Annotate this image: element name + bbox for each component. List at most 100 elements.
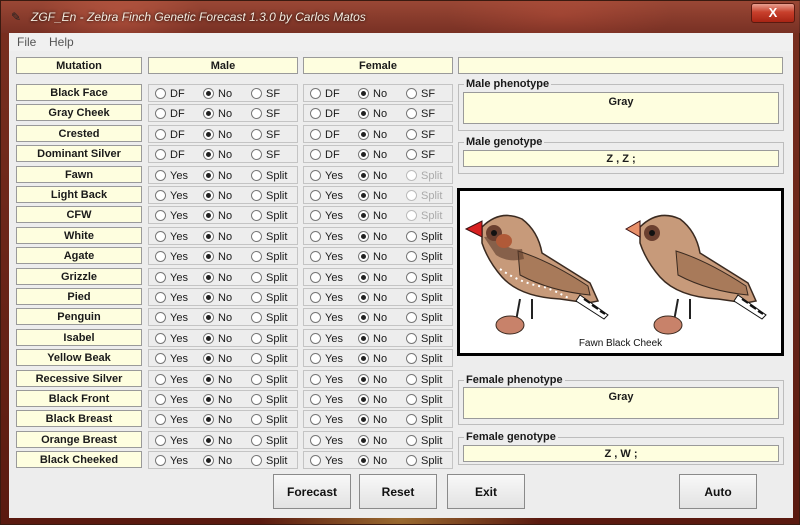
- menu-file[interactable]: File: [17, 35, 36, 49]
- male-orange-breast-option-split[interactable]: Split: [251, 434, 287, 447]
- female-isabel-option-yes[interactable]: Yes: [310, 332, 343, 345]
- male-grizzle-option-yes[interactable]: Yes: [155, 271, 188, 284]
- female-recessive-silver-option-split[interactable]: Split: [406, 373, 442, 386]
- female-penguin-option-yes[interactable]: Yes: [310, 311, 343, 324]
- male-black-face-option-sf[interactable]: SF: [251, 87, 280, 100]
- female-agate-option-split[interactable]: Split: [406, 250, 442, 263]
- female-black-cheeked-option-split[interactable]: Split: [406, 454, 442, 467]
- male-penguin-option-split[interactable]: Split: [251, 311, 287, 324]
- male-black-front-option-no[interactable]: No: [203, 393, 232, 406]
- male-dominant-silver-option-no[interactable]: No: [203, 148, 232, 161]
- female-black-cheeked-option-no[interactable]: No: [358, 454, 387, 467]
- female-black-face-option-no[interactable]: No: [358, 87, 387, 100]
- male-cfw-option-split[interactable]: Split: [251, 209, 287, 222]
- male-isabel-option-yes[interactable]: Yes: [155, 332, 188, 345]
- female-crested-option-df[interactable]: DF: [310, 128, 340, 141]
- male-grizzle-option-no[interactable]: No: [203, 271, 232, 284]
- female-pied-option-no[interactable]: No: [358, 291, 387, 304]
- female-fawn-option-no[interactable]: No: [358, 169, 387, 182]
- female-cfw-option-no[interactable]: No: [358, 209, 387, 222]
- forecast-button[interactable]: Forecast: [273, 474, 351, 509]
- female-pied-option-split[interactable]: Split: [406, 291, 442, 304]
- male-fawn-option-split[interactable]: Split: [251, 169, 287, 182]
- female-orange-breast-option-split[interactable]: Split: [406, 434, 442, 447]
- female-pied-option-yes[interactable]: Yes: [310, 291, 343, 304]
- male-isabel-option-no[interactable]: No: [203, 332, 232, 345]
- female-cfw-option-yes[interactable]: Yes: [310, 209, 343, 222]
- male-yellow-beak-option-split[interactable]: Split: [251, 352, 287, 365]
- female-white-option-split[interactable]: Split: [406, 230, 442, 243]
- female-isabel-option-no[interactable]: No: [358, 332, 387, 345]
- close-button[interactable]: X: [751, 3, 795, 23]
- female-gray-cheek-option-df[interactable]: DF: [310, 107, 340, 120]
- female-orange-breast-option-yes[interactable]: Yes: [310, 434, 343, 447]
- male-fawn-option-yes[interactable]: Yes: [155, 169, 188, 182]
- menu-help[interactable]: Help: [49, 35, 74, 49]
- female-black-breast-option-split[interactable]: Split: [406, 413, 442, 426]
- male-isabel-option-split[interactable]: Split: [251, 332, 287, 345]
- male-penguin-option-yes[interactable]: Yes: [155, 311, 188, 324]
- female-light-back-option-no[interactable]: No: [358, 189, 387, 202]
- male-crested-option-no[interactable]: No: [203, 128, 232, 141]
- male-white-option-split[interactable]: Split: [251, 230, 287, 243]
- female-dominant-silver-option-sf[interactable]: SF: [406, 148, 435, 161]
- reset-button[interactable]: Reset: [359, 474, 437, 509]
- male-black-breast-option-no[interactable]: No: [203, 413, 232, 426]
- female-black-breast-option-yes[interactable]: Yes: [310, 413, 343, 426]
- male-black-face-option-df[interactable]: DF: [155, 87, 185, 100]
- male-gray-cheek-option-no[interactable]: No: [203, 107, 232, 120]
- female-grizzle-option-yes[interactable]: Yes: [310, 271, 343, 284]
- female-yellow-beak-option-no[interactable]: No: [358, 352, 387, 365]
- female-grizzle-option-split[interactable]: Split: [406, 271, 442, 284]
- male-pied-option-split[interactable]: Split: [251, 291, 287, 304]
- male-cfw-option-yes[interactable]: Yes: [155, 209, 188, 222]
- male-light-back-option-yes[interactable]: Yes: [155, 189, 188, 202]
- female-yellow-beak-option-yes[interactable]: Yes: [310, 352, 343, 365]
- female-gray-cheek-option-no[interactable]: No: [358, 107, 387, 120]
- male-black-cheeked-option-no[interactable]: No: [203, 454, 232, 467]
- male-agate-option-yes[interactable]: Yes: [155, 250, 188, 263]
- male-agate-option-no[interactable]: No: [203, 250, 232, 263]
- male-light-back-option-split[interactable]: Split: [251, 189, 287, 202]
- auto-button[interactable]: Auto: [679, 474, 757, 509]
- female-agate-option-no[interactable]: No: [358, 250, 387, 263]
- male-black-face-option-no[interactable]: No: [203, 87, 232, 100]
- exit-button[interactable]: Exit: [447, 474, 525, 509]
- male-pied-option-no[interactable]: No: [203, 291, 232, 304]
- male-black-breast-option-yes[interactable]: Yes: [155, 413, 188, 426]
- male-penguin-option-no[interactable]: No: [203, 311, 232, 324]
- male-orange-breast-option-no[interactable]: No: [203, 434, 232, 447]
- male-recessive-silver-option-yes[interactable]: Yes: [155, 373, 188, 386]
- male-crested-option-sf[interactable]: SF: [251, 128, 280, 141]
- male-black-front-option-split[interactable]: Split: [251, 393, 287, 406]
- female-black-face-option-sf[interactable]: SF: [406, 87, 435, 100]
- female-white-option-yes[interactable]: Yes: [310, 230, 343, 243]
- female-black-cheeked-option-yes[interactable]: Yes: [310, 454, 343, 467]
- male-gray-cheek-option-sf[interactable]: SF: [251, 107, 280, 120]
- male-black-cheeked-option-split[interactable]: Split: [251, 454, 287, 467]
- male-black-front-option-yes[interactable]: Yes: [155, 393, 188, 406]
- female-recessive-silver-option-yes[interactable]: Yes: [310, 373, 343, 386]
- male-recessive-silver-option-split[interactable]: Split: [251, 373, 287, 386]
- female-crested-option-sf[interactable]: SF: [406, 128, 435, 141]
- female-dominant-silver-option-no[interactable]: No: [358, 148, 387, 161]
- female-fawn-option-yes[interactable]: Yes: [310, 169, 343, 182]
- male-yellow-beak-option-yes[interactable]: Yes: [155, 352, 188, 365]
- female-black-front-option-yes[interactable]: Yes: [310, 393, 343, 406]
- male-recessive-silver-option-no[interactable]: No: [203, 373, 232, 386]
- male-fawn-option-no[interactable]: No: [203, 169, 232, 182]
- male-black-breast-option-split[interactable]: Split: [251, 413, 287, 426]
- female-penguin-option-split[interactable]: Split: [406, 311, 442, 324]
- female-agate-option-yes[interactable]: Yes: [310, 250, 343, 263]
- female-penguin-option-no[interactable]: No: [358, 311, 387, 324]
- female-black-front-option-no[interactable]: No: [358, 393, 387, 406]
- title-bar[interactable]: ✎ ZGF_En - Zebra Finch Genetic Forecast …: [1, 1, 800, 33]
- male-yellow-beak-option-no[interactable]: No: [203, 352, 232, 365]
- male-grizzle-option-split[interactable]: Split: [251, 271, 287, 284]
- male-gray-cheek-option-df[interactable]: DF: [155, 107, 185, 120]
- female-isabel-option-split[interactable]: Split: [406, 332, 442, 345]
- male-pied-option-yes[interactable]: Yes: [155, 291, 188, 304]
- male-dominant-silver-option-sf[interactable]: SF: [251, 148, 280, 161]
- female-white-option-no[interactable]: No: [358, 230, 387, 243]
- male-agate-option-split[interactable]: Split: [251, 250, 287, 263]
